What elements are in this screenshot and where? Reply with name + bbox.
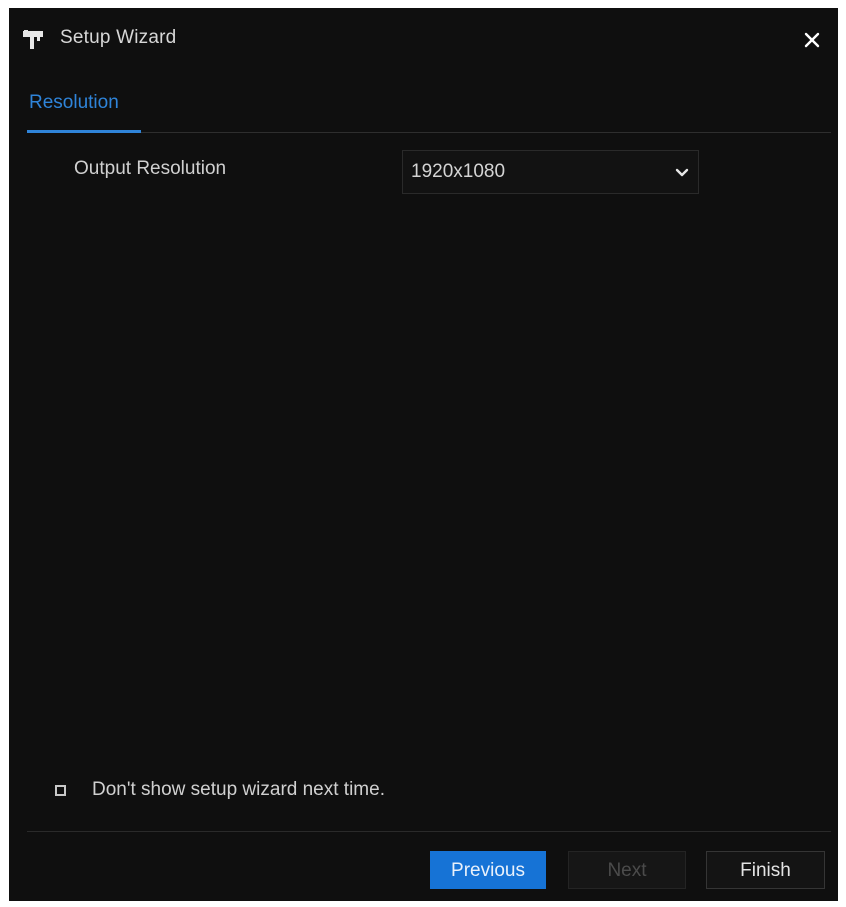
dont-show-again-checkbox[interactable] — [55, 785, 66, 796]
dont-show-again-label: Don't show setup wizard next time. — [92, 779, 385, 800]
window-title: Setup Wizard — [60, 27, 177, 48]
footer-divider — [27, 831, 831, 832]
tab-bar: Resolution — [27, 88, 831, 133]
previous-button[interactable]: Previous — [430, 851, 546, 889]
setup-wizard-dialog: Setup Wizard Resolution Output Resolutio… — [9, 8, 838, 901]
output-resolution-label: Output Resolution — [74, 158, 227, 179]
wizard-icon — [22, 28, 44, 50]
active-tab-indicator — [27, 130, 141, 133]
tab-resolution[interactable]: Resolution — [27, 88, 141, 133]
close-icon[interactable] — [802, 30, 822, 50]
tab-resolution-label: Resolution — [29, 92, 119, 113]
title-bar: Setup Wizard — [9, 8, 838, 70]
output-resolution-select[interactable]: 1920x1080 — [402, 150, 699, 194]
next-button[interactable]: Next — [568, 851, 686, 889]
finish-button[interactable]: Finish — [706, 851, 825, 889]
output-resolution-value: 1920x1080 — [411, 161, 506, 182]
chevron-down-icon — [674, 164, 690, 180]
